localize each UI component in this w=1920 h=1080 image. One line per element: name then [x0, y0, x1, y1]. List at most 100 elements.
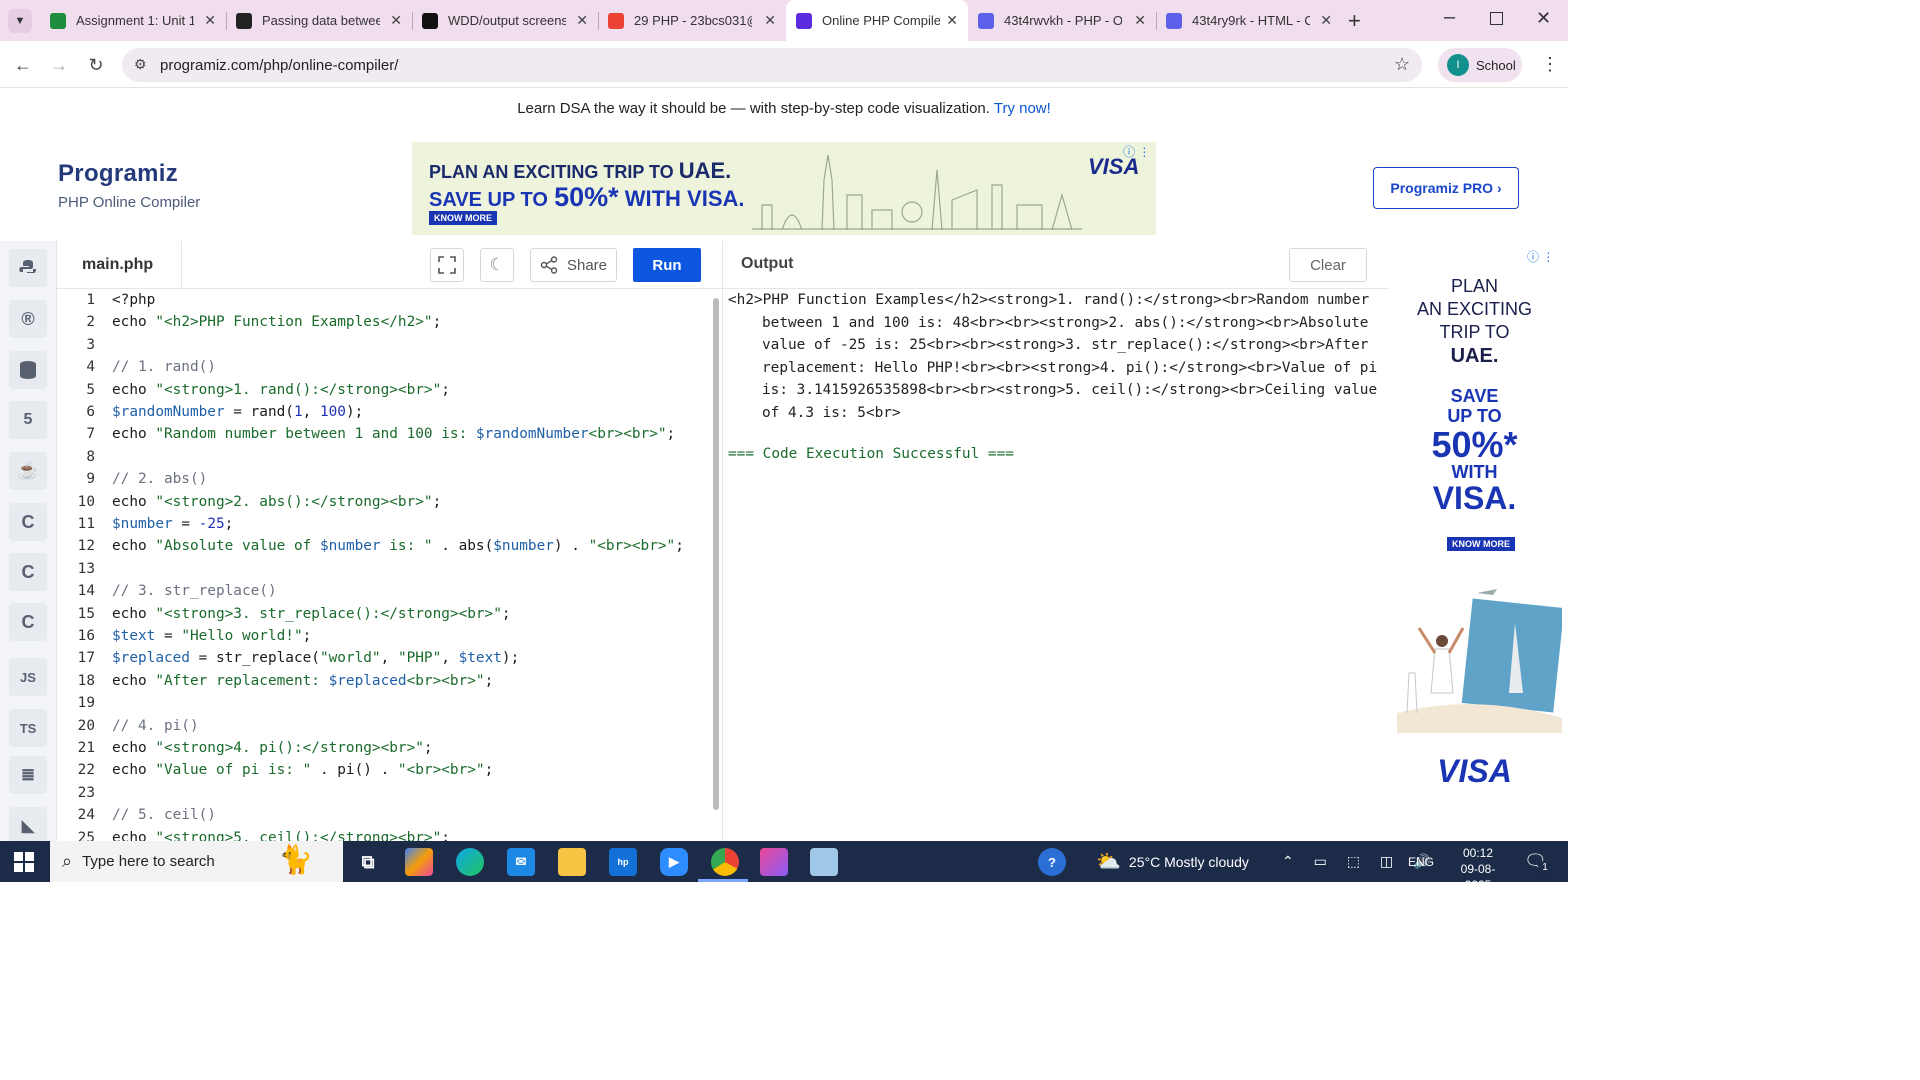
language-indicator[interactable]: ENG	[1408, 841, 1434, 882]
clock[interactable]: 00:12 09-08-2025	[1448, 845, 1508, 893]
browser-tab[interactable]: 29 PHP - 23bcs031@ ✕	[598, 0, 786, 41]
side-ad-cta-button[interactable]: KNOW MORE	[1447, 537, 1515, 551]
tab-close-icon[interactable]: ✕	[390, 12, 402, 29]
promo-link[interactable]: Try now!	[994, 100, 1051, 117]
code-line[interactable]: 18 echo "After replacement: $replaced<br>…	[57, 670, 707, 692]
back-button[interactable]: ←	[10, 52, 36, 78]
weather-widget[interactable]: ⛅ 25°C Mostly cloudy	[1096, 841, 1249, 882]
run-button[interactable]: Run	[633, 248, 701, 282]
code-line[interactable]: 24 // 5. ceil()	[57, 804, 707, 826]
close-window-button[interactable]: ✕	[1536, 8, 1551, 29]
code-line[interactable]: 19	[57, 692, 707, 714]
restore-button[interactable]	[1490, 12, 1503, 25]
code-line[interactable]: 12 echo "Absolute value of $number is: " …	[57, 535, 707, 557]
help-icon[interactable]: ?	[1038, 848, 1066, 876]
tab-close-icon[interactable]: ✕	[946, 12, 958, 29]
java-icon[interactable]: ☕	[9, 452, 47, 490]
browser-tab[interactable]: 43t4rwvkh - PHP - O ✕	[968, 0, 1156, 41]
code-line[interactable]: 1 <?php	[57, 289, 707, 311]
code-line[interactable]: 11 $number = -25;	[57, 513, 707, 535]
ad-info-icon[interactable]: ⓘ ⋮	[1527, 248, 1554, 265]
code-line[interactable]: 25 echo "<strong>5. ceil():</strong><br>"…	[57, 827, 707, 841]
chrome-icon[interactable]	[711, 848, 739, 876]
tab-close-icon[interactable]: ✕	[1320, 12, 1332, 29]
browser-tab[interactable]: Assignment 1: Unit 1 ✕	[40, 0, 226, 41]
file-tab-main-php[interactable]: main.php	[57, 241, 182, 289]
go-icon[interactable]: ≣	[9, 756, 47, 794]
code-line[interactable]: 20 // 4. pi()	[57, 715, 707, 737]
html-icon[interactable]: 5	[9, 401, 47, 439]
tab-close-icon[interactable]: ✕	[204, 12, 216, 29]
ad-cta-button[interactable]: KNOW MORE	[429, 211, 497, 225]
taskbar-search[interactable]: ⌕ Type here to search 🐈	[50, 841, 343, 882]
code-line[interactable]: 13	[57, 558, 707, 580]
forward-button[interactable]: →	[46, 52, 72, 78]
clock-date: 09-08-2025	[1460, 862, 1496, 892]
code-line[interactable]: 17 $replaced = str_replace("world", "PHP"…	[57, 647, 707, 669]
dark-mode-button[interactable]: ☾	[480, 248, 514, 282]
profile-chip[interactable]: I School	[1438, 48, 1522, 82]
browser-tab[interactable]: Online PHP Compiler ✕	[786, 0, 968, 41]
notepad-icon[interactable]	[810, 848, 838, 876]
code-line[interactable]: 2 echo "<h2>PHP Function Examples</h2>";	[57, 311, 707, 333]
python-icon[interactable]	[9, 249, 47, 287]
programiz-pro-button[interactable]: Programiz PRO ›	[1373, 167, 1519, 209]
browser-tab[interactable]: 43t4ry9rk - HTML - C ✕	[1156, 0, 1342, 41]
fullscreen-button[interactable]	[430, 248, 464, 282]
code-editor[interactable]: 1 <?php 2 echo "<h2>PHP Function Examples</…	[57, 289, 712, 841]
side-ad[interactable]: ⓘ ⋮ PLAN AN EXCITING TRIP TO UAE. SAVE U…	[1397, 248, 1562, 840]
code-line[interactable]: 5 echo "<strong>1. rand():</strong><br>";	[57, 379, 707, 401]
code-line[interactable]: 4 // 1. rand()	[57, 356, 707, 378]
url-bar[interactable]: ⚙ programiz.com/php/online-compiler/ ☆	[122, 48, 1422, 82]
code-line[interactable]: 22 echo "Value of pi is: " . pi() . "<br>…	[57, 759, 707, 781]
cpp-icon[interactable]: C	[9, 553, 47, 591]
site-info-icon[interactable]: ⚙	[134, 56, 147, 73]
zoom-icon[interactable]: ▶	[660, 848, 688, 876]
c-icon[interactable]: C	[9, 503, 47, 541]
sql-icon[interactable]	[9, 351, 47, 389]
editor-scrollbar[interactable]	[713, 298, 719, 810]
swift-icon[interactable]: ◣	[9, 807, 47, 845]
code-line[interactable]: 21 echo "<strong>4. pi():</strong><br>";	[57, 737, 707, 759]
new-tab-button[interactable]: +	[1348, 8, 1361, 34]
bookmark-star-icon[interactable]: ☆	[1394, 54, 1410, 75]
code-line[interactable]: 23	[57, 782, 707, 804]
copilot-icon[interactable]	[405, 848, 433, 876]
photo-editor-icon[interactable]	[760, 848, 788, 876]
moon-icon: ☾	[489, 255, 505, 274]
code-line[interactable]: 8	[57, 446, 707, 468]
share-button[interactable]: Share	[530, 248, 617, 282]
js-icon[interactable]: JS	[9, 658, 47, 696]
code-line[interactable]: 6 $randomNumber = rand(1, 100);	[57, 401, 707, 423]
ad-info-icon[interactable]: ⓘ ⋮	[1123, 143, 1150, 160]
tab-close-icon[interactable]: ✕	[576, 12, 588, 29]
code-line[interactable]: 3	[57, 334, 707, 356]
windows-start-icon[interactable]	[14, 852, 34, 877]
tab-close-icon[interactable]: ✕	[1134, 12, 1146, 29]
code-line[interactable]: 14 // 3. str_replace()	[57, 580, 707, 602]
task-view-icon[interactable]: ⧉	[354, 848, 382, 876]
edge-icon[interactable]	[456, 848, 484, 876]
myhp-icon[interactable]: hp	[609, 848, 637, 876]
code-line[interactable]: 16 $text = "Hello world!";	[57, 625, 707, 647]
file-explorer-icon[interactable]	[558, 848, 586, 876]
mail-icon[interactable]: ✉	[507, 848, 535, 876]
code-line[interactable]: 9 // 2. abs()	[57, 468, 707, 490]
ad-banner[interactable]: PLAN AN EXCITING TRIP TO UAE. SAVE UP TO…	[412, 142, 1156, 235]
ts-icon[interactable]: TS	[9, 709, 47, 747]
reload-button[interactable]: ↻	[83, 52, 109, 78]
browser-tab[interactable]: WDD/output screens ✕	[412, 0, 598, 41]
code-line[interactable]: 15 echo "<strong>3. str_replace():</stron…	[57, 603, 707, 625]
r-icon[interactable]: ®	[9, 300, 47, 338]
clear-button[interactable]: Clear	[1289, 248, 1367, 282]
browser-menu-icon[interactable]: ⋮	[1541, 54, 1559, 75]
line-number: 16	[77, 628, 95, 644]
csharp-icon[interactable]: C	[9, 603, 47, 641]
code-line[interactable]: 10 echo "<strong>2. abs():</strong><br>";	[57, 491, 707, 513]
browser-tab[interactable]: Passing data between ✕	[226, 0, 412, 41]
tab-search-button[interactable]: ▼	[8, 9, 32, 33]
site-logo[interactable]: Programiz PHP Online Compiler	[58, 160, 200, 211]
code-line[interactable]: 7 echo "Random number between 1 and 100 i…	[57, 423, 707, 445]
tab-close-icon[interactable]: ✕	[764, 12, 776, 29]
minimize-button[interactable]: –	[1444, 6, 1455, 29]
